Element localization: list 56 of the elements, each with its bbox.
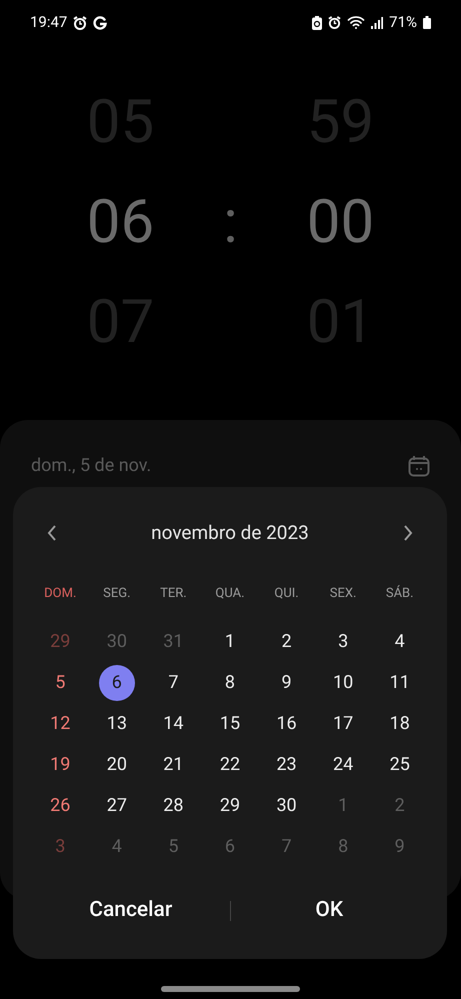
day-cell[interactable]: 24: [325, 746, 362, 782]
day-cell[interactable]: 16: [268, 706, 305, 742]
signal-icon: [371, 16, 384, 28]
weekday-label: SEX.: [330, 585, 356, 604]
day-cell[interactable]: 23: [268, 746, 305, 782]
battery-icon: [423, 16, 431, 29]
day-cell[interactable]: 28: [155, 788, 192, 824]
ok-button[interactable]: OK: [230, 891, 428, 931]
time-value[interactable]: 00: [306, 172, 374, 272]
day-cell[interactable]: 11: [382, 664, 418, 700]
day-cell[interactable]: 15: [212, 706, 248, 742]
day-cell[interactable]: 25: [382, 746, 418, 782]
day-cell[interactable]: 20: [98, 746, 135, 782]
day-cell[interactable]: 2: [268, 624, 305, 660]
weekday-label: QUI.: [274, 585, 299, 604]
day-cell[interactable]: 18: [382, 706, 418, 742]
day-cell[interactable]: 14: [155, 706, 192, 742]
day-cell[interactable]: 7: [155, 664, 192, 700]
day-cell[interactable]: 8: [212, 664, 248, 700]
calendar-icon[interactable]: [408, 454, 430, 476]
day-cell[interactable]: 12: [42, 706, 78, 742]
day-cell[interactable]: 17: [325, 706, 362, 742]
time-separator: :: [222, 185, 239, 259]
weekday-label: QUA.: [215, 585, 245, 604]
alarm-icon: [328, 16, 342, 29]
time-value[interactable]: 06: [86, 172, 154, 272]
weekday-label: SEG.: [103, 585, 131, 604]
day-cell[interactable]: 30: [268, 788, 305, 824]
g-logo-icon: [93, 16, 108, 30]
day-cell[interactable]: 1: [212, 624, 248, 660]
month-title[interactable]: novembro de 2023: [151, 518, 309, 548]
weekday-label: TER.: [160, 585, 187, 604]
weekday-label: DOM.: [44, 585, 76, 604]
day-cell[interactable]: 22: [212, 746, 248, 782]
day-cell[interactable]: 10: [325, 664, 362, 700]
day-cell[interactable]: 29: [212, 788, 248, 824]
next-month-icon[interactable]: [402, 524, 414, 542]
wifi-icon: [347, 16, 366, 29]
selected-date: dom., 5 de nov.: [31, 454, 152, 478]
day-cell[interactable]: 27: [98, 788, 135, 824]
day-cell[interactable]: 21: [155, 746, 192, 782]
previous-month-icon[interactable]: [46, 524, 58, 542]
day-cell[interactable]: 26: [42, 788, 78, 824]
day-cell[interactable]: 4: [382, 624, 418, 660]
day-cell[interactable]: 6: [98, 664, 135, 700]
status-time: 19:47: [30, 12, 68, 34]
day-cell[interactable]: 13: [98, 706, 135, 742]
cancel-button[interactable]: Cancelar: [32, 891, 230, 931]
day-cell[interactable]: 3: [325, 624, 362, 660]
day-cell[interactable]: 19: [42, 746, 78, 782]
alarm-icon: [73, 16, 88, 30]
battery-saver-icon: [312, 16, 322, 30]
battery-percentage: 71%: [389, 12, 417, 34]
day-cell[interactable]: 9: [268, 664, 305, 700]
weekday-label: SÁB.: [386, 584, 414, 604]
day-cell[interactable]: 5: [42, 664, 78, 700]
